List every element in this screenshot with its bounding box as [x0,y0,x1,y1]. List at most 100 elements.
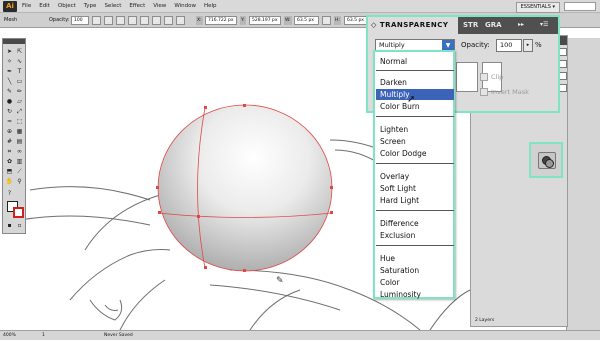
menu-help[interactable]: Help [204,0,217,13]
perspective-grid-tool-icon[interactable]: ▦ [15,127,24,136]
blend-option-luminosity[interactable]: Luminosity [380,289,421,300]
control-opacity-field[interactable]: 100 [71,16,89,25]
blend-option-saturation[interactable]: Saturation [380,265,419,276]
tab-gradient[interactable]: GRA [485,17,502,34]
constrain-link-icon[interactable] [322,16,331,25]
lasso-tool-icon[interactable]: ∿ [15,57,24,66]
zoom-level[interactable]: 400% [3,332,16,340]
pencil-tool-icon[interactable]: ✏ [15,87,24,96]
menu-bar: Ai File Edit Object Type Select Effect V… [0,0,600,13]
menu-window[interactable]: Window [174,0,196,13]
menu-effect[interactable]: Effect [129,0,145,13]
right-dock [566,38,600,330]
transform-button[interactable] [128,16,137,25]
document-status: Never Saved [104,333,133,338]
reference-point-button[interactable] [164,16,173,25]
blend-tool-icon[interactable]: ∞ [15,147,24,156]
tab-transparency[interactable]: ◇ TRANSPARENCY [368,17,458,34]
separator [376,116,454,117]
blend-option-color[interactable]: Color [380,277,400,288]
expand-panels-icon[interactable]: ▸▸ [518,21,524,28]
opacity-dropdown-icon[interactable]: ▸ [523,39,533,52]
eraser-tool-icon[interactable]: ▱ [15,97,24,106]
layers-count: 2 Layers [475,318,495,323]
symbol-sprayer-tool-icon[interactable]: ✿ [5,157,14,166]
menu-select[interactable]: Select [104,0,121,13]
free-transform-tool-icon[interactable]: ⬚ [15,117,24,126]
zoom-tool-icon[interactable]: ⚲ [15,177,24,186]
type-tool-icon[interactable]: T [15,67,24,76]
panel-menu-icon[interactable]: ▾☰ [540,21,548,28]
gradient-tool-icon[interactable]: ▤ [15,137,24,146]
style-swatch-button[interactable] [92,16,101,25]
slice-tool-icon[interactable]: ⟋ [15,167,24,176]
status-bar: 400% 1 Never Saved [0,330,600,340]
align-button[interactable] [116,16,125,25]
blend-option-exclusion[interactable]: Exclusion [380,230,415,241]
y-label: Y: [240,16,246,25]
recolor-button[interactable] [104,16,113,25]
menu-edit[interactable]: Edit [39,0,50,13]
grid-button[interactable] [176,16,185,25]
x-label: X: [196,16,203,25]
object-thumbnail [456,62,478,92]
tab-stroke[interactable]: STR [463,17,478,34]
screen-mode-icon[interactable]: ▫ [15,221,24,230]
question-mark-icon[interactable]: ? [5,189,14,198]
direct-selection-tool-icon[interactable]: ⇱ [15,47,24,56]
pen-tool-icon[interactable]: ✒ [5,67,14,76]
blend-option-hard-light[interactable]: Hard Light [380,195,419,206]
sphere-shape[interactable] [158,105,332,271]
menu-type[interactable]: Type [84,0,97,13]
h-field[interactable]: 63.5 px [344,16,368,25]
blend-option-overlay[interactable]: Overlay [380,171,409,182]
mask-button[interactable] [152,16,161,25]
menu-view[interactable]: View [153,0,166,13]
menu-items: File Edit Object Type Select Effect View… [22,0,225,13]
blend-option-difference[interactable]: Difference [380,218,419,229]
mesh-tool-icon[interactable]: # [5,137,14,146]
clip-checkbox[interactable]: Clip [480,72,503,82]
blend-option-color-dodge[interactable]: Color Dodge [380,148,426,159]
opacity-label: Opacity: [49,17,70,23]
warp-tool-icon[interactable]: ≈ [5,117,14,126]
paintbrush-tool-icon[interactable]: ✎ [5,87,14,96]
w-field[interactable]: 63.5 px [294,16,319,25]
rectangle-tool-icon[interactable]: ▭ [15,77,24,86]
graph-tool-icon[interactable]: ▥ [15,157,24,166]
line-tool-icon[interactable]: ╲ [5,77,14,86]
workspace-switcher[interactable]: ESSENTIALS ▾ [515,2,560,13]
blend-option-soft-light[interactable]: Soft Light [380,183,416,194]
blob-brush-tool-icon[interactable]: ● [5,97,14,106]
artboard-number[interactable]: 1 [42,332,45,340]
hand-tool-icon[interactable]: ✋ [5,177,14,186]
eyedropper-tool-icon[interactable]: ⌗ [5,147,14,156]
invert-mask-checkbox[interactable]: Invert Mask [480,87,529,97]
menu-object[interactable]: Object [58,0,76,13]
opacity-field[interactable]: 100 [496,39,522,52]
search-input[interactable] [564,2,596,11]
menu-file[interactable]: File [22,0,31,13]
blend-option-normal[interactable]: Normal [380,56,407,67]
isolate-button[interactable] [140,16,149,25]
scale-tool-icon[interactable]: ⤢ [15,107,24,116]
magic-wand-tool-icon[interactable]: ✧ [5,57,14,66]
x-field[interactable]: 716.722 px [205,16,237,25]
transparency-panel-button[interactable] [529,142,563,178]
shape-builder-tool-icon[interactable]: ⊕ [5,127,14,136]
blend-option-screen[interactable]: Screen [380,136,406,147]
color-mode-icon[interactable]: ▪ [5,221,14,230]
rotate-tool-icon[interactable]: ↻ [5,107,14,116]
transparency-icon [538,152,556,169]
separator [376,245,454,246]
blend-option-darken[interactable]: Darken [380,77,407,88]
y-field[interactable]: 528.197 px [249,16,281,25]
tab-options-icon: ◇ [371,21,380,29]
artboard-tool-icon[interactable]: ⬒ [5,167,14,176]
blend-option-lighten[interactable]: Lighten [380,124,408,135]
illustrator-logo-icon: Ai [3,1,17,12]
tools-panel-header[interactable] [3,39,25,44]
blend-option-hue[interactable]: Hue [380,253,395,264]
selection-tool-icon[interactable]: ➤ [5,47,14,56]
stroke-swatch[interactable] [13,207,24,218]
